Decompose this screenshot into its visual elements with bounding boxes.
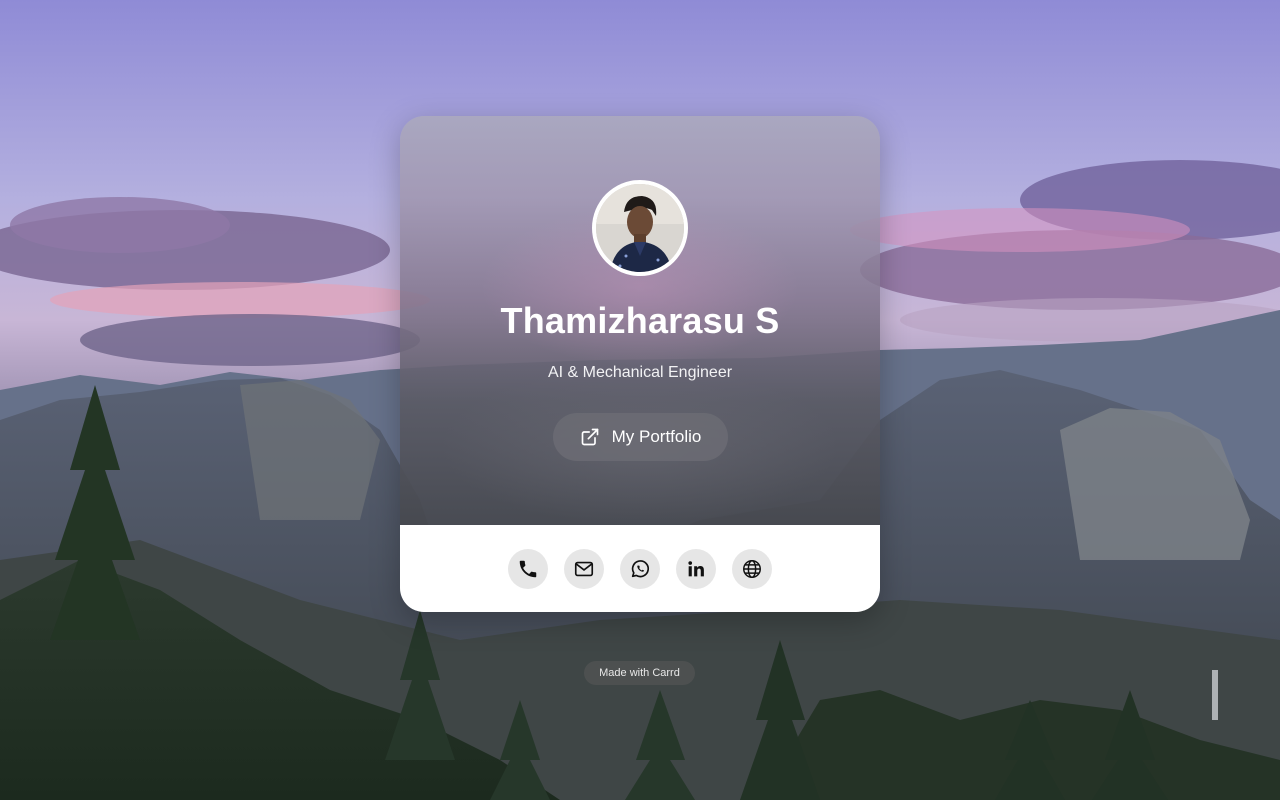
- profile-name: Thamizharasu S: [500, 300, 780, 341]
- profile-role: AI & Mechanical Engineer: [547, 364, 733, 381]
- linkedin-button[interactable]: [676, 549, 716, 589]
- portfolio-button[interactable]: My Portfolio: [553, 413, 728, 461]
- phone-icon: [519, 560, 537, 578]
- profile-card: Thamizharasu S AI & Mechanical Engineer …: [400, 116, 880, 612]
- whatsapp-button[interactable]: [620, 549, 660, 589]
- mail-icon: [574, 561, 594, 577]
- card-footer: [400, 525, 880, 612]
- linkedin-icon: [688, 561, 704, 577]
- external-link-icon: [580, 427, 600, 447]
- made-with-carrd-link[interactable]: Made with Carrd: [584, 661, 695, 685]
- avatar: [592, 180, 688, 276]
- avatar-photo: [596, 184, 684, 272]
- portfolio-button-label: My Portfolio: [611, 427, 702, 446]
- website-button[interactable]: [732, 549, 772, 589]
- phone-button[interactable]: [508, 549, 548, 589]
- social-links: [400, 549, 880, 589]
- whatsapp-icon: [631, 560, 649, 578]
- globe-icon: [743, 560, 761, 578]
- email-button[interactable]: [564, 549, 604, 589]
